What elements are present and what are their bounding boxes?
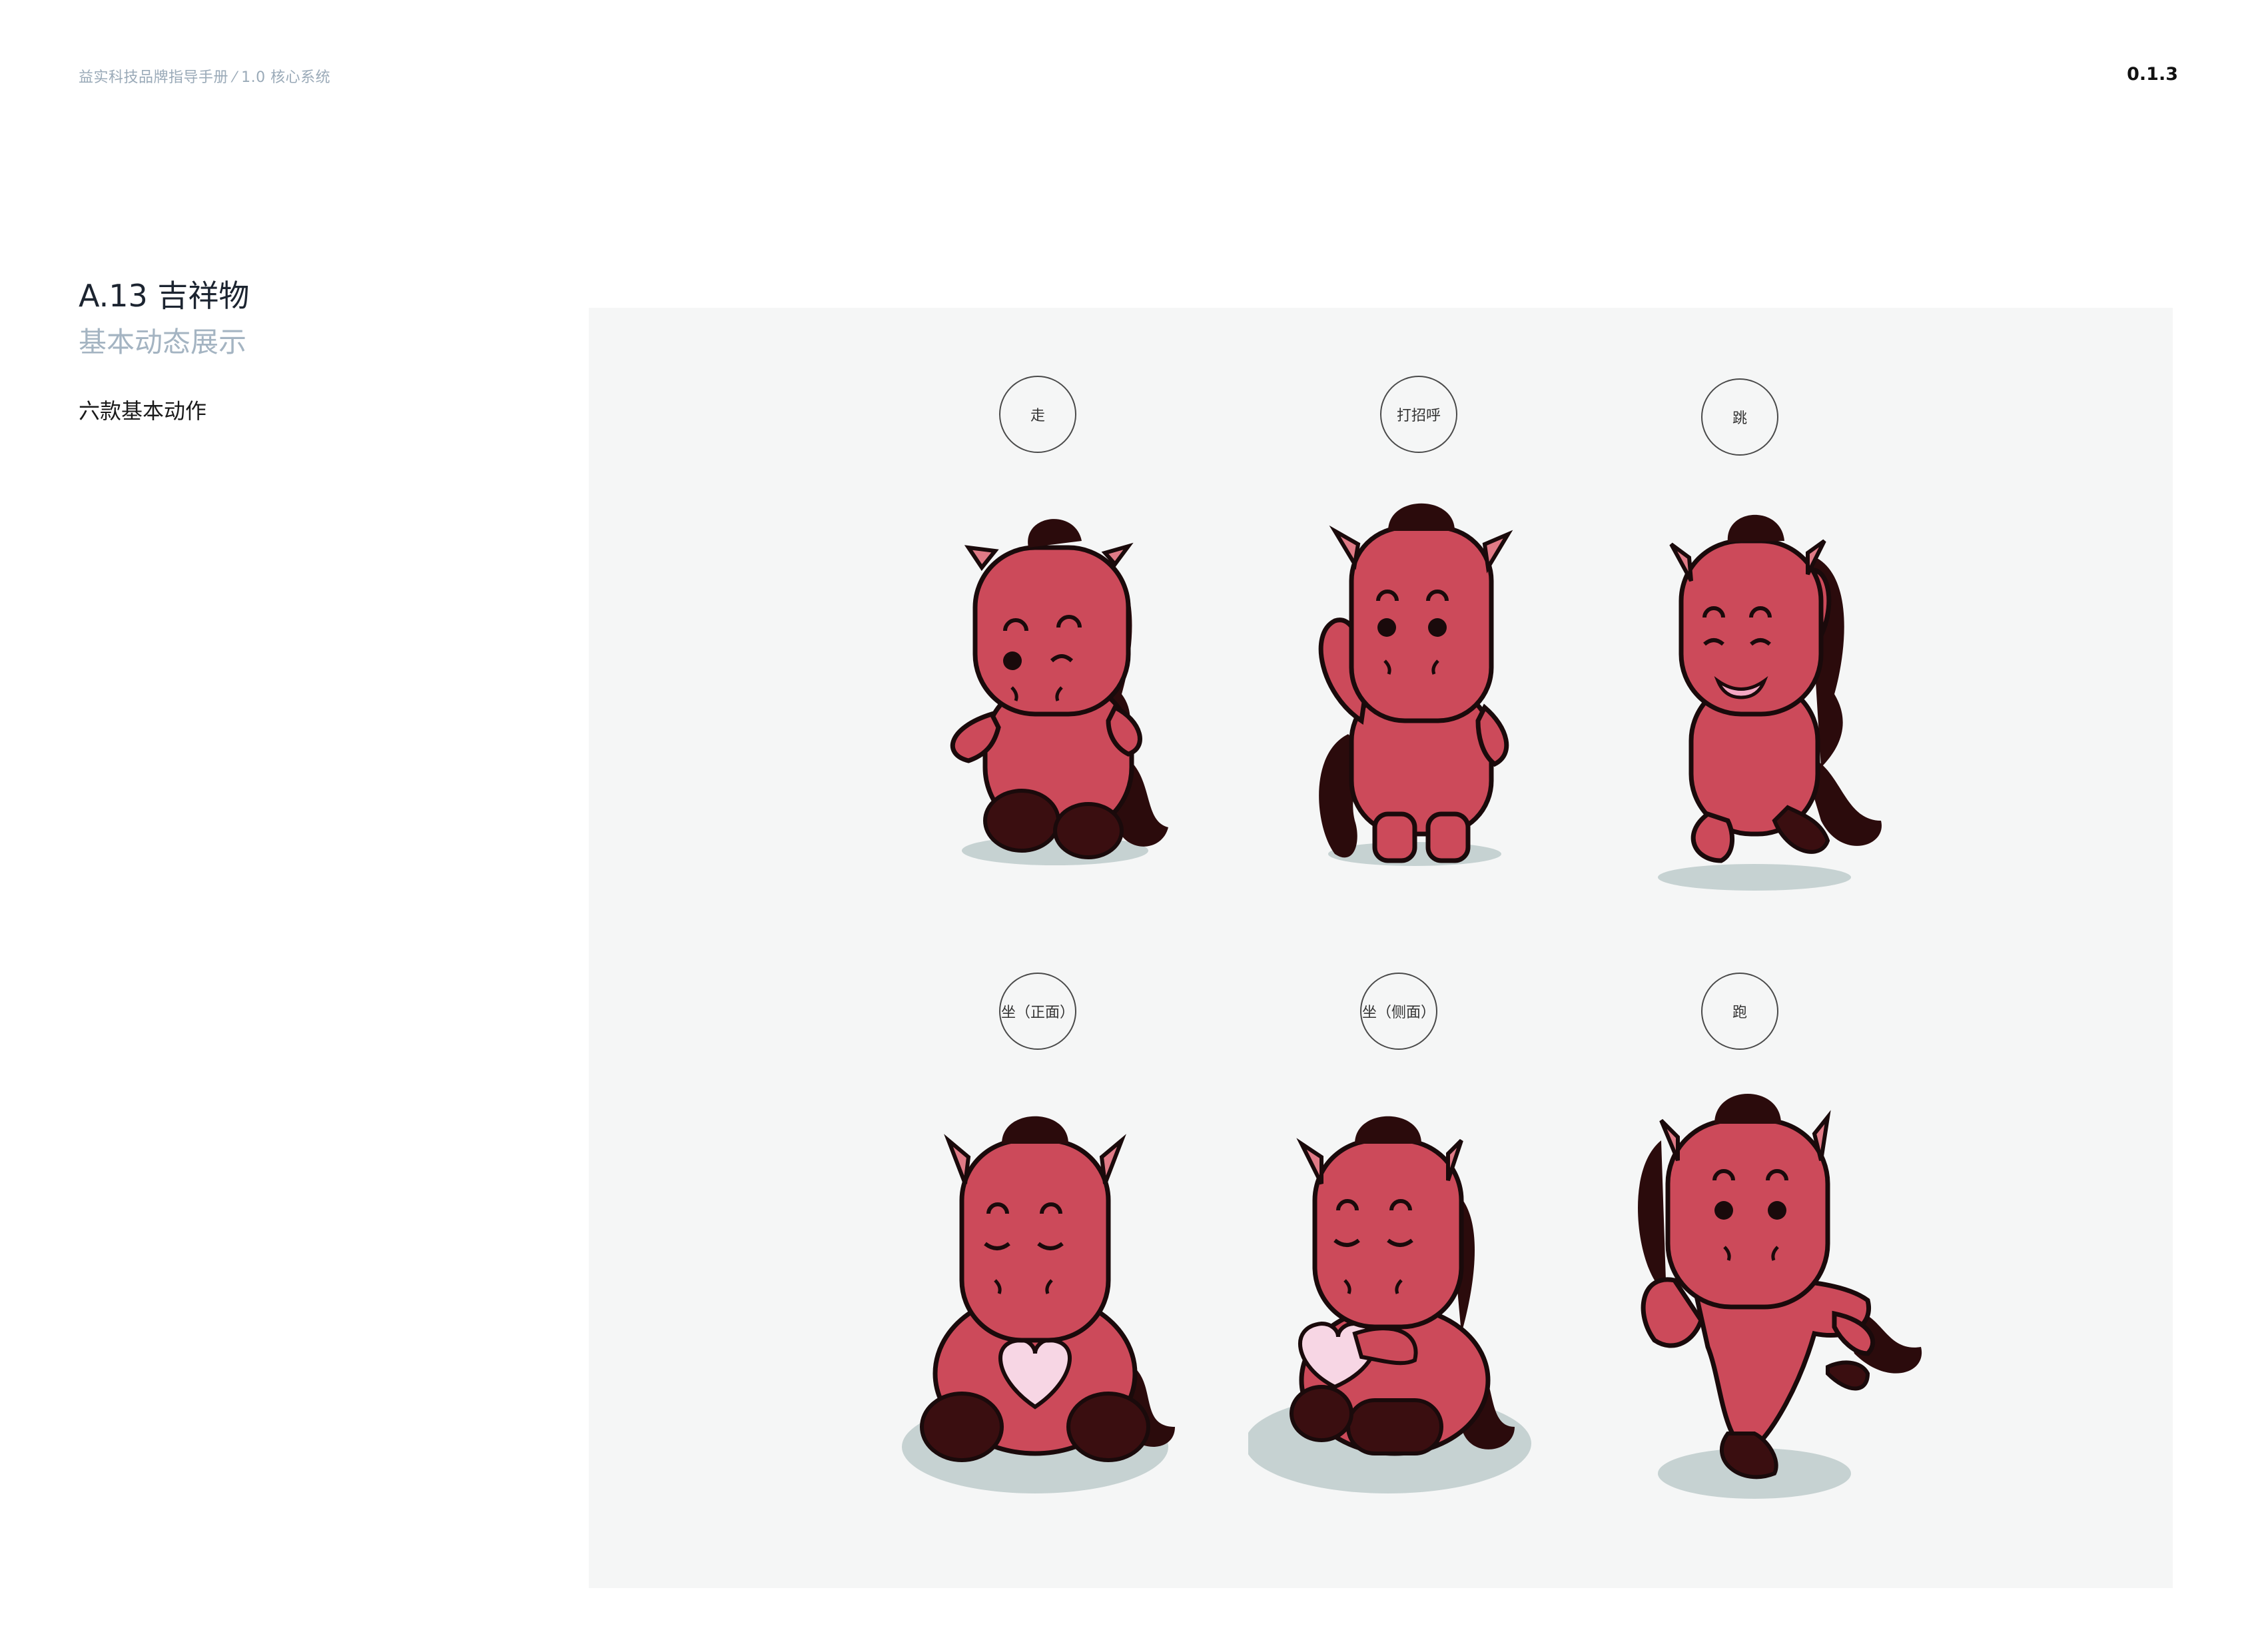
pose-label-run: 跑 xyxy=(1701,973,1778,1050)
mascot-sit-side-illustration xyxy=(1248,1116,1531,1493)
mascot-walk-illustration xyxy=(950,519,1168,865)
page-number: 0.1.3 xyxy=(2127,64,2178,85)
pose-label-sit-side: 坐（侧面） xyxy=(1360,973,1437,1050)
section-description: 六款基本动作 xyxy=(79,398,207,424)
breadcrumb: 益实科技品牌指导手册 ⁄ 1.0 核心系统 xyxy=(79,69,331,86)
pose-label-walk: 走 xyxy=(999,376,1076,453)
mascot-showcase-panel: 走 打招呼 跳 坐（正面） 坐（侧面） 跑 xyxy=(589,308,2173,1588)
mascot-run-illustration xyxy=(1638,1094,1922,1499)
mascot-sit-front-illustration xyxy=(902,1116,1175,1493)
mascot-greet-illustration xyxy=(1318,503,1513,866)
section-subtitle: 基本动态展示 xyxy=(79,326,247,358)
pose-label-greet: 打招呼 xyxy=(1380,376,1457,453)
pose-label-jump: 跳 xyxy=(1701,378,1778,456)
mascot-jump-illustration xyxy=(1658,514,1882,891)
section-title: A.13 吉祥物 xyxy=(79,278,250,314)
pose-label-sit-front: 坐（正面） xyxy=(999,973,1076,1050)
